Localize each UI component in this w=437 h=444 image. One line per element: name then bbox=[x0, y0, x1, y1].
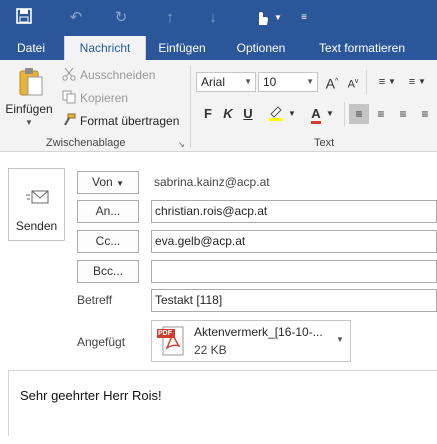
arrow-up-icon[interactable]: ↑ bbox=[160, 8, 180, 28]
paste-label: Einfügen bbox=[5, 102, 53, 116]
highlight-icon[interactable] bbox=[266, 104, 286, 124]
tab-optionen[interactable]: Optionen bbox=[226, 36, 296, 60]
align-justify-icon[interactable]: ≡ bbox=[415, 104, 435, 124]
format-painter-label: Format übertragen bbox=[80, 114, 180, 128]
cc-button[interactable]: Cc... bbox=[77, 230, 139, 253]
font-name-value: Arial bbox=[201, 75, 226, 89]
align-left-icon[interactable]: ≡ bbox=[349, 104, 369, 124]
font-size-combo[interactable]: 10 ▼ bbox=[258, 72, 318, 92]
tab-datei[interactable]: Datei bbox=[8, 36, 54, 60]
save-icon[interactable] bbox=[14, 8, 34, 28]
ribbon: Einfügen ▼ Ausschneiden Kopieren Format … bbox=[0, 60, 437, 152]
align-right-icon[interactable]: ≡ bbox=[393, 104, 413, 124]
envelope-send-icon bbox=[26, 190, 49, 204]
format-painter-icon bbox=[62, 113, 76, 127]
shrink-font-icon[interactable]: Av bbox=[343, 72, 363, 92]
bcc-field[interactable] bbox=[151, 260, 437, 283]
tab-text-formatieren[interactable]: Text formatieren bbox=[306, 36, 418, 60]
font-size-value: 10 bbox=[263, 75, 277, 89]
pdf-file-icon: PDF bbox=[157, 326, 185, 356]
subject-field[interactable]: Testakt [118] bbox=[151, 289, 437, 312]
bold-icon[interactable]: F bbox=[198, 104, 218, 124]
to-button[interactable]: An... bbox=[77, 200, 139, 223]
italic-icon[interactable]: K bbox=[218, 104, 238, 124]
paste-icon bbox=[19, 68, 43, 96]
send-label: Senden bbox=[15, 219, 58, 233]
cut-label: Ausschneiden bbox=[80, 68, 156, 82]
inner-separator bbox=[344, 102, 345, 126]
from-label: Von bbox=[92, 175, 113, 189]
attachment-item[interactable]: PDF Aktenvermerk_[16-10-... 22 KB ▼ bbox=[151, 320, 351, 362]
cut-button[interactable]: Ausschneiden bbox=[62, 65, 155, 85]
ribbon-tabs: Datei Nachricht Einfügen Optionen Text f… bbox=[0, 36, 437, 60]
tab-nachricht[interactable]: Nachricht bbox=[64, 36, 146, 60]
paste-button[interactable]: Einfügen ▼ bbox=[4, 64, 54, 132]
touch-dropdown-icon[interactable]: ▼ bbox=[268, 8, 288, 28]
copy-icon bbox=[62, 90, 76, 104]
bcc-button[interactable]: Bcc... bbox=[77, 260, 139, 283]
chevron-down-icon: ▼ bbox=[306, 77, 314, 86]
scissors-icon bbox=[62, 67, 76, 81]
text-group-label: Text bbox=[314, 137, 335, 149]
chevron-down-icon: ▼ bbox=[244, 77, 252, 86]
numbering-dropdown-icon[interactable]: ▼ bbox=[416, 72, 428, 92]
grow-font-icon[interactable]: A^ bbox=[322, 72, 342, 92]
dialog-launcher-icon[interactable]: ↘ bbox=[178, 140, 185, 149]
cc-field[interactable]: eva.gelb@acp.at bbox=[151, 230, 437, 253]
attachment-size: 22 KB bbox=[194, 343, 227, 357]
customize-icon[interactable]: ≡ bbox=[294, 8, 314, 28]
attached-label: Angefügt bbox=[77, 335, 126, 349]
bullets-dropdown-icon[interactable]: ▼ bbox=[386, 72, 398, 92]
to-field[interactable]: christian.rois@acp.at bbox=[151, 200, 437, 223]
undo-icon[interactable]: ↶ bbox=[66, 8, 86, 28]
from-value: sabrina.kainz@acp.at bbox=[154, 175, 270, 189]
copy-button[interactable]: Kopieren bbox=[62, 88, 128, 108]
tab-einfuegen[interactable]: Einfügen bbox=[150, 36, 214, 60]
font-color-icon[interactable]: A bbox=[306, 104, 326, 124]
group-separator bbox=[190, 66, 191, 148]
inner-separator bbox=[366, 70, 367, 94]
title-bar: ↶ ↻ ↑ ↓ ▼ ≡ bbox=[0, 0, 437, 36]
attachment-name: Aktenvermerk_[16-10-... bbox=[194, 325, 323, 339]
redo-icon[interactable]: ↻ bbox=[111, 8, 131, 28]
copy-label: Kopieren bbox=[80, 91, 129, 105]
chevron-down-icon: ▼ bbox=[116, 179, 124, 188]
body-text: Sehr geehrter Herr Rois! bbox=[20, 388, 162, 403]
message-body[interactable]: Sehr geehrter Herr Rois! bbox=[8, 370, 437, 436]
paste-dropdown-icon[interactable]: ▼ bbox=[25, 118, 33, 127]
subject-label: Betreff bbox=[77, 293, 113, 307]
from-button[interactable]: Von ▼ bbox=[77, 171, 139, 194]
underline-icon[interactable]: U bbox=[238, 104, 258, 124]
clipboard-group-label: Zwischenablage bbox=[46, 137, 126, 149]
attachment-dropdown-icon[interactable]: ▼ bbox=[336, 335, 344, 344]
font-name-combo[interactable]: Arial ▼ bbox=[196, 72, 256, 92]
format-painter-button[interactable]: Format übertragen bbox=[62, 111, 179, 131]
arrow-down-icon[interactable]: ↓ bbox=[203, 8, 223, 28]
pdf-badge: PDF bbox=[158, 330, 172, 337]
highlight-dropdown-icon[interactable]: ▼ bbox=[286, 104, 298, 124]
font-color-dropdown-icon[interactable]: ▼ bbox=[324, 104, 336, 124]
send-button[interactable]: Senden bbox=[8, 168, 65, 241]
align-center-icon[interactable]: ≡ bbox=[371, 104, 391, 124]
